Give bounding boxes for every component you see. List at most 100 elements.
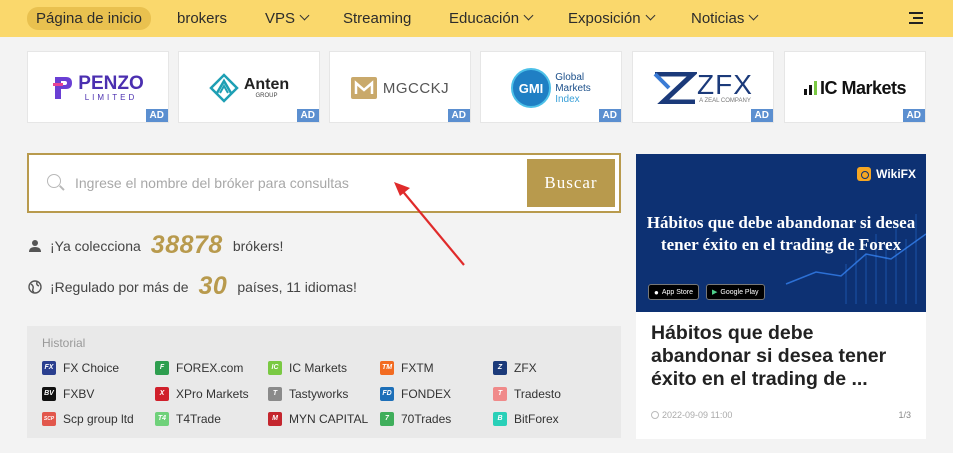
- history-item-label: FXBV: [63, 387, 95, 401]
- globe-icon: [28, 279, 42, 294]
- collection-suffix: brókers!: [232, 237, 284, 254]
- history-item-label: MYN CAPITAL: [289, 412, 369, 426]
- clock-icon: [651, 411, 659, 419]
- history-item-forex-com[interactable]: F FOREX.com: [155, 361, 243, 375]
- collection-prefix: ¡Ya colecciona: [50, 237, 141, 254]
- nav-item-label: VPS: [265, 10, 296, 27]
- scp-group-logo-icon: SCP: [42, 412, 56, 426]
- history-item-fxtm[interactable]: TM FXTM: [380, 361, 434, 375]
- fxbv-logo-icon: BV: [42, 387, 56, 401]
- nav-item-exposure[interactable]: Exposición: [568, 8, 655, 29]
- regulation-stat: ¡Regulado por más de 30 países, 11 idiom…: [28, 272, 357, 301]
- ad-penzo[interactable]: PENZO LIMITED AD: [27, 51, 169, 123]
- history-item-label: ZFX: [514, 361, 537, 375]
- nav-item-streaming[interactable]: Streaming: [343, 8, 411, 29]
- app-store-label: App Store: [661, 288, 693, 296]
- history-item-fondex[interactable]: FD FONDEX: [380, 387, 451, 401]
- news-carousel-card[interactable]: WikiFX Hábitos que debe abandonar si des…: [636, 154, 926, 439]
- history-item-tradesto[interactable]: T Tradesto: [493, 387, 561, 401]
- play-icon: ▶: [712, 289, 718, 296]
- ad-anten[interactable]: Anten GROUP AD: [178, 51, 320, 123]
- collection-stat: ¡Ya colecciona 38878 brókers!: [28, 231, 283, 260]
- anten-logo: Anten GROUP: [179, 70, 319, 106]
- apple-icon: ●: [654, 287, 659, 297]
- ad-badge: AD: [750, 109, 773, 122]
- google-play-badge[interactable]: ▶ Google Play: [706, 284, 765, 300]
- history-item-myn-capital[interactable]: M MYN CAPITAL: [268, 412, 368, 426]
- history-item-scp-group[interactable]: SCP Scp group ltd: [42, 412, 134, 426]
- mgcckj-logo: MGCCKJ: [330, 70, 470, 106]
- history-item-label: Tradesto: [514, 387, 561, 401]
- history-item-label: IC Markets: [289, 361, 348, 375]
- history-item-fx-choice[interactable]: FX FX Choice: [42, 361, 119, 375]
- chevron-down-icon: [645, 10, 655, 21]
- ad-badge: AD: [598, 109, 621, 122]
- history-item-ic-markets[interactable]: IC IC Markets: [268, 361, 347, 375]
- gmi-icon-text: GMI: [519, 81, 544, 96]
- chevron-down-icon: [523, 10, 534, 21]
- history-item-tastyworks[interactable]: T Tastyworks: [268, 387, 348, 401]
- mgcckj-icon: [350, 77, 377, 99]
- zfx-logo-icon: Z: [493, 361, 507, 375]
- search-icon: [47, 174, 61, 188]
- news-banner-image[interactable]: WikiFX Hábitos que debe abandonar si des…: [636, 154, 926, 312]
- history-item-label: FONDEX: [401, 387, 452, 401]
- nav-item-label: brokers: [177, 10, 228, 27]
- hamburger-menu-icon[interactable]: [909, 12, 923, 27]
- gmi-line2: Markets: [555, 82, 591, 94]
- t4trade-logo-icon: T4: [155, 412, 169, 426]
- history-item-bitforex[interactable]: B BitForex: [493, 412, 559, 426]
- fondex-logo-icon: FD: [380, 387, 394, 401]
- regulation-prefix: ¡Regulado por más de: [50, 278, 189, 295]
- ad-badge: AD: [902, 109, 925, 122]
- ad-zfx[interactable]: ZFX A ZEAL COMPANY AD: [632, 51, 774, 123]
- icmarkets-name: IC Markets: [819, 77, 907, 98]
- history-item-label: FX Choice: [63, 361, 120, 375]
- user-icon: [29, 239, 41, 252]
- nav-item-brokers[interactable]: brokers: [177, 8, 227, 29]
- history-item-xpro-markets[interactable]: X XPro Markets: [155, 387, 249, 401]
- history-item-t4trade[interactable]: T4 T4Trade: [155, 412, 221, 426]
- nav-item-label: Educación: [449, 10, 520, 27]
- nav-item-label: Streaming: [343, 10, 412, 27]
- ad-badge: AD: [145, 109, 168, 122]
- top-nav-bar: Página de inicio brokers VPS Streaming E…: [0, 0, 953, 37]
- red-arrow-annotation: [394, 182, 465, 266]
- myn-capital-logo-icon: M: [268, 412, 282, 426]
- anten-name: Anten: [243, 76, 290, 93]
- carousel-page-indicator: 1/3: [898, 410, 911, 420]
- nav-item-home[interactable]: Página de inicio: [27, 7, 151, 30]
- tradesto-logo-icon: T: [493, 387, 507, 401]
- penzo-icon: [53, 77, 73, 99]
- news-title[interactable]: Hábitos que debe abandonar si desea tene…: [651, 322, 916, 391]
- nav-item-label: Página de inicio: [36, 10, 142, 27]
- chevron-down-icon: [748, 10, 759, 21]
- nav-item-label: Exposición: [568, 10, 641, 27]
- search-history-panel: Historial FX FX Choice F FOREX.com IC IC Ma…: [27, 326, 621, 438]
- history-item-label: XPro Markets: [176, 387, 249, 401]
- history-item-70trades[interactable]: 7 70Trades: [380, 412, 451, 426]
- wikifx-brand-label: WikiFX: [876, 167, 916, 181]
- ad-icmarkets[interactable]: IC Markets AD: [784, 51, 926, 123]
- gmi-line1: Global: [555, 71, 585, 83]
- anten-icon: [209, 73, 239, 103]
- app-store-badge[interactable]: ● App Store: [648, 284, 699, 300]
- fx-choice-logo-icon: FX: [42, 361, 56, 375]
- ad-gmi[interactable]: GMI Global Markets Index AD: [480, 51, 622, 123]
- history-item-zfx[interactable]: Z ZFX: [493, 361, 537, 375]
- penzo-name: PENZO: [78, 72, 144, 94]
- history-item-label: T4Trade: [176, 412, 221, 426]
- news-date: 2022-09-09 11:00: [651, 410, 732, 420]
- nav-item-education[interactable]: Educación: [449, 8, 534, 29]
- banner-headline: Hábitos que debe abandonar si desea tene…: [646, 213, 916, 254]
- history-item-fxbv[interactable]: BV FXBV: [42, 387, 94, 401]
- ad-mgcckj[interactable]: MGCCKJ AD: [329, 51, 471, 123]
- nav-item-label: Noticias: [691, 10, 745, 27]
- nav-item-vps[interactable]: VPS: [265, 8, 310, 29]
- nav-item-news[interactable]: Noticias: [691, 8, 759, 29]
- search-button[interactable]: Buscar: [527, 159, 615, 207]
- zfx-name: ZFX: [697, 69, 753, 100]
- ad-badge: AD: [296, 109, 319, 122]
- chevron-down-icon: [299, 10, 310, 21]
- forex-com-logo-icon: F: [155, 361, 169, 375]
